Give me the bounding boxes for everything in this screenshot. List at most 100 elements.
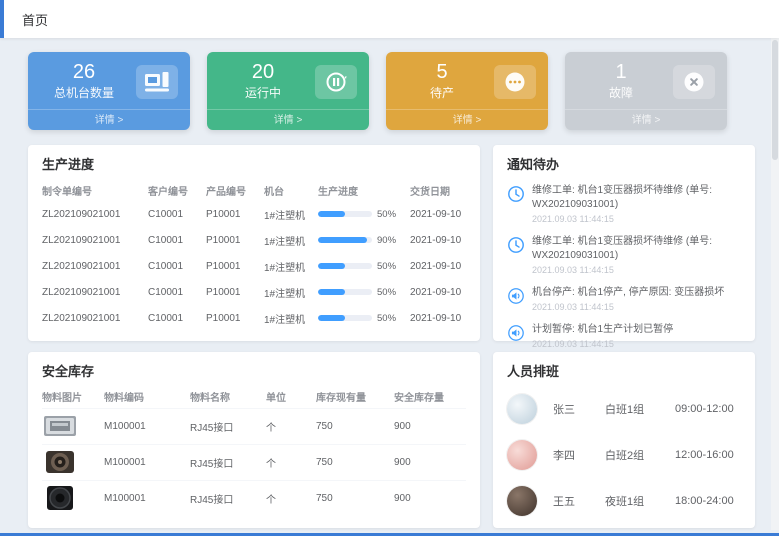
safety-qty-cell: 900 (394, 444, 466, 480)
material-name-cell: RJ45接口 (190, 480, 266, 516)
progress-cell: 50% (318, 201, 410, 227)
speaker-icon (507, 324, 525, 342)
table-row[interactable]: ZL202109021001 C10001 P10001 1#注塑机 50% 2… (42, 305, 466, 331)
panel-title: 人员排班 (507, 361, 741, 380)
table-row[interactable]: M100001 RJ45接口 个 750 900 (42, 408, 466, 444)
stat-label: 故障 (565, 84, 677, 101)
personnel-schedule-panel: 人员排班 张三 白班1组 09:00-12:00 李四 白班2组 12:00-1… (493, 352, 755, 528)
panel-title: 通知待办 (507, 154, 741, 173)
table-header-row: 制令单编号 客户编号 产品编号 机台 生产进度 交货日期 (42, 179, 466, 201)
table-row[interactable]: ZL202109021001 C10001 P10001 1#注塑机 50% 2… (42, 253, 466, 279)
details-link[interactable]: 详情 > (207, 109, 369, 130)
clock-icon (507, 236, 525, 254)
product-no-cell: P10001 (206, 279, 264, 305)
stat-card-waiting[interactable]: 5 待产 详情 > (386, 52, 548, 130)
dashboard-page: 首页 26 总机台数量 详情 > 20 运行中 (0, 0, 779, 536)
person-name: 王五 (553, 493, 605, 509)
panel-title: 生产进度 (42, 154, 466, 173)
material-code-cell: M100001 (104, 408, 190, 444)
notice-item[interactable]: 机台停产: 机台1停产, 停产原因: 变压器损坏 2021.09.03 11:4… (507, 281, 741, 318)
notice-body: 维修工单: 机台1变压器损坏待维修 (单号: WX202109031001) 2… (532, 235, 741, 275)
schedule-row[interactable]: 王五 夜班1组 18:00-24:00 (507, 478, 741, 524)
machine-cell: 1#注塑机 (264, 227, 318, 253)
column-header: 物料名称 (190, 386, 266, 408)
machine-cell: 1#注塑机 (264, 305, 318, 331)
material-name-cell: RJ45接口 (190, 408, 266, 444)
column-header: 物料图片 (42, 386, 104, 408)
delivery-date-cell: 2021-09-10 (410, 279, 466, 305)
stat-card-main: 20 运行中 (207, 61, 319, 101)
stat-card-main: 5 待产 (386, 61, 498, 101)
table-header-row: 物料图片 物料编码 物料名称 单位 库存现有量 安全库存量 (42, 386, 466, 408)
stat-value: 5 (386, 61, 498, 83)
progress-bar (318, 211, 372, 217)
progress-label: 50% (377, 261, 396, 272)
table-row[interactable]: ZL202109021001 C10001 P10001 1#注塑机 90% 2… (42, 227, 466, 253)
stat-card-running[interactable]: 20 运行中 详情 > (207, 52, 369, 130)
stat-value: 1 (565, 61, 677, 83)
notice-item[interactable]: 计划暂停: 机台1生产计划已暂停 2021.09.03 11:44:15 (507, 318, 741, 355)
table-row[interactable]: ZL202109021001 C10001 P10001 1#注塑机 50% 2… (42, 279, 466, 305)
on-hand-cell: 750 (316, 480, 394, 516)
unit-cell: 个 (266, 444, 316, 480)
details-link[interactable]: 详情 > (565, 109, 727, 130)
customer-no-cell: C10001 (148, 279, 206, 305)
on-hand-cell: 750 (316, 408, 394, 444)
notice-time: 2021.09.03 11:44:15 (532, 302, 724, 312)
content-area: 26 总机台数量 详情 > 20 运行中 详情 > (0, 38, 779, 528)
stat-cards-row: 26 总机台数量 详情 > 20 运行中 详情 > (28, 52, 755, 130)
notice-time: 2021.09.03 11:44:15 (532, 214, 741, 224)
details-link[interactable]: 详情 > (28, 109, 190, 130)
customer-no-cell: C10001 (148, 227, 206, 253)
progress-bar (318, 315, 372, 321)
round-connector-photo (42, 449, 78, 475)
product-no-cell: P10001 (206, 253, 264, 279)
table-row[interactable]: M100001 RJ45接口 个 750 900 (42, 480, 466, 516)
progress-bar (318, 289, 372, 295)
person-shift: 白班1组 (605, 401, 675, 417)
progress-cell: 90% (318, 227, 410, 253)
stat-label: 待产 (386, 84, 498, 101)
scrollbar-thumb[interactable] (772, 40, 778, 160)
avatar (507, 486, 537, 516)
machine-cell: 1#注塑机 (264, 201, 318, 227)
progress-label: 50% (377, 287, 396, 298)
stat-card-main: 1 故障 (565, 61, 677, 101)
details-link[interactable]: 详情 > (386, 109, 548, 130)
safety-stock-panel: 安全库存 物料图片 物料编码 物料名称 单位 库存现有量 安全库存量 (28, 352, 480, 528)
right-column: 通知待办 维修工单: 机台1变压器损坏待维修 (单号: WX2021090310… (493, 145, 755, 528)
scrollbar[interactable] (771, 38, 779, 530)
progress-label: 50% (377, 209, 396, 220)
customer-no-cell: C10001 (148, 305, 206, 331)
table-row[interactable]: M100001 RJ45接口 个 750 900 (42, 444, 466, 480)
stat-card-total-machines[interactable]: 26 总机台数量 详情 > (28, 52, 190, 130)
delivery-date-cell: 2021-09-10 (410, 253, 466, 279)
avatar (507, 394, 537, 424)
unit-cell: 个 (266, 408, 316, 444)
notice-text: 维修工单: 机台1变压器损坏待维修 (单号: WX202109031001) (532, 235, 741, 263)
schedule-row[interactable]: 李四 白班2组 12:00-16:00 (507, 432, 741, 478)
stat-value: 20 (207, 61, 319, 83)
notice-item[interactable]: 维修工单: 机台1变压器损坏待维修 (单号: WX202109031001) 2… (507, 179, 741, 230)
material-code-cell: M100001 (104, 444, 190, 480)
column-header: 单位 (266, 386, 316, 408)
stat-card-main: 26 总机台数量 (28, 61, 140, 101)
topbar: 首页 (0, 0, 779, 38)
machine-cell: 1#注塑机 (264, 279, 318, 305)
notice-body: 计划暂停: 机台1生产计划已暂停 2021.09.03 11:44:15 (532, 323, 673, 349)
production-progress-panel: 生产进度 制令单编号 客户编号 产品编号 机台 生产进度 交货日期 (28, 145, 480, 341)
progress-label: 50% (377, 313, 396, 324)
notice-time: 2021.09.03 11:44:15 (532, 265, 741, 275)
column-header: 物料编码 (104, 386, 190, 408)
table-row[interactable]: ZL202109021001 C10001 P10001 1#注塑机 50% 2… (42, 201, 466, 227)
schedule-row[interactable]: 张三 白班1组 09:00-12:00 (507, 386, 741, 432)
order-no-cell: ZL202109021001 (42, 227, 148, 253)
stat-label: 运行中 (207, 84, 319, 101)
stat-card-fault[interactable]: 1 故障 详情 > (565, 52, 727, 130)
notice-item[interactable]: 维修工单: 机台1变压器损坏待维修 (单号: WX202109031001) 2… (507, 230, 741, 281)
delivery-date-cell: 2021-09-10 (410, 227, 466, 253)
order-no-cell: ZL202109021001 (42, 305, 148, 331)
column-header: 机台 (264, 179, 318, 201)
column-header: 库存现有量 (316, 386, 394, 408)
speaker-photo (42, 485, 78, 511)
